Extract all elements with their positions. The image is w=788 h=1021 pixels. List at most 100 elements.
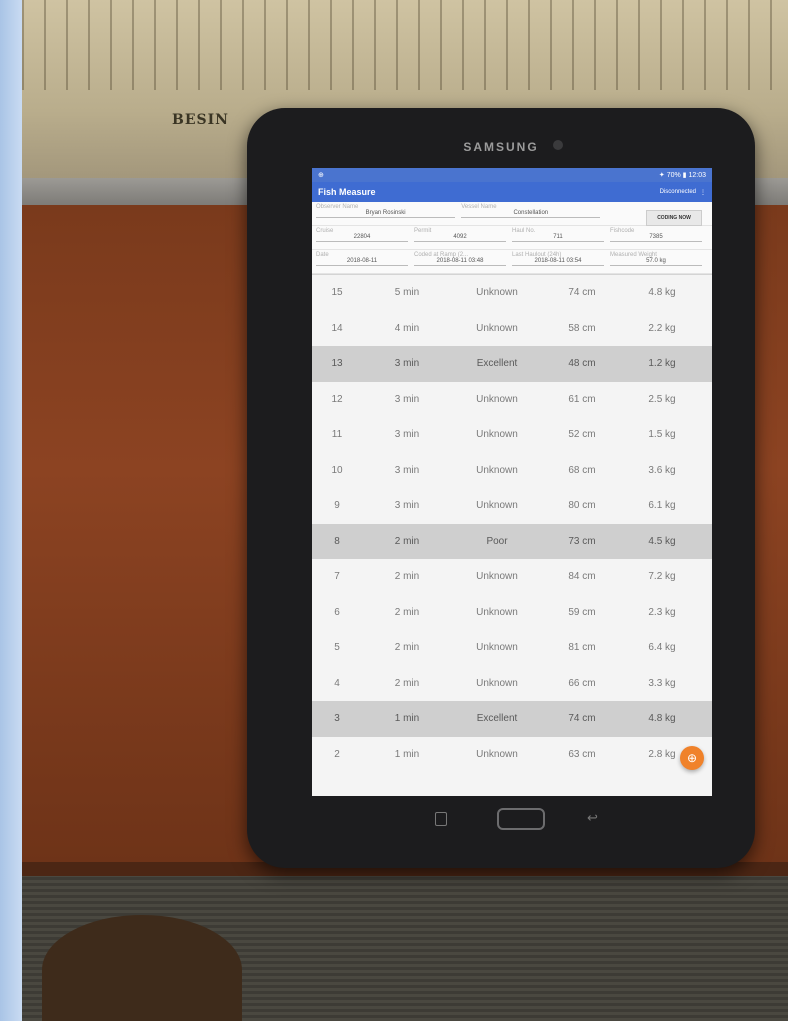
quality-cell: Unknown — [476, 642, 518, 654]
table-row[interactable]: 3 1 min Excellent 74 cm 4.8 kg — [312, 701, 712, 737]
status-bar: ⊕ ✦ 70% ▮ 12:03 — [312, 168, 712, 182]
weight-cell: 4.5 kg — [648, 535, 676, 547]
weight-cell: 3.6 kg — [648, 464, 676, 476]
fish-number-cell: 7 — [334, 571, 340, 583]
length-cell: 58 cm — [568, 322, 596, 334]
elapsed-time-cell: 3 min — [394, 500, 420, 512]
tablet-device: SAMSUNG ⊕ ✦ 70% ▮ 12:03 Fish Measure Dis… — [247, 108, 755, 868]
length-cell: 63 cm — [568, 748, 596, 760]
info-row-date: Date 2018-08-11 Coded at Ramp (2... 2018… — [312, 250, 712, 274]
table-row[interactable]: 15 5 min Unknown 74 cm 4.8 kg — [312, 275, 712, 311]
quality-cell: Excellent — [476, 713, 518, 725]
elapsed-time-cell: 3 min — [394, 358, 420, 370]
weight-cell: 7.2 kg — [648, 571, 676, 583]
elapsed-time-cell: 1 min — [394, 713, 420, 725]
back-icon[interactable]: ↩ — [587, 810, 598, 826]
table-row[interactable]: 21 min Unknown 63 cm 2.8 kg — [312, 737, 712, 773]
quality-cell: Unknown — [476, 322, 518, 334]
fish-number-cell: 13 — [331, 358, 343, 370]
observer-name-field[interactable]: Observer Name Bryan Rosinski — [316, 204, 461, 225]
date-value: 2018-08-11 — [316, 258, 408, 266]
elapsed-time-cell: 4 min — [394, 322, 420, 334]
length-cell: 68 cm — [568, 464, 596, 476]
info-row-observer: Observer Name Bryan Rosinski Vessel Name… — [312, 202, 712, 226]
last-haulout-field[interactable]: Last Haulout (24h) 2018-08-11 03:54 — [512, 252, 610, 273]
app-bar: Fish Measure Disconnected ⋮ — [312, 182, 712, 202]
quality-cell: Unknown — [476, 677, 518, 689]
elapsed-time-cell: 2 min — [394, 571, 420, 583]
weight-cell: 3.3 kg — [648, 677, 676, 689]
observer-name-value: Bryan Rosinski — [316, 210, 456, 218]
weight-cell: 6.1 kg — [648, 500, 676, 512]
fish-number-cell: 14 — [331, 322, 343, 334]
table-row[interactable]: 5 2 min Unknown 81 cm 6.4 kg — [312, 630, 712, 666]
length-cell: 74 cm — [568, 713, 596, 725]
camera-icon — [553, 140, 563, 150]
elapsed-time-cell: 3 min — [394, 464, 420, 476]
elapsed-time-cell: 3 min — [394, 429, 420, 441]
home-button[interactable] — [497, 808, 545, 830]
brand-label: SAMSUNG — [463, 140, 539, 154]
fish-number-cell: 3 — [334, 713, 340, 725]
weight-cell: 2.5 kg — [648, 393, 676, 405]
coded-at-ramp-field[interactable]: Coded at Ramp (2... 2018-08-11 03:48 — [414, 252, 512, 273]
table-row[interactable]: 9 3 min Unknown 80 cm 6.1 kg — [312, 488, 712, 524]
vessel-name-field[interactable]: Vessel Name Constellation — [461, 204, 606, 225]
table-row[interactable]: 12 3 min Unknown 61 cm 2.5 kg — [312, 382, 712, 418]
weight-cell: 2.3 kg — [648, 606, 676, 618]
table-row[interactable]: 13 3 min Excellent 48 cm 1.2 kg — [312, 346, 712, 382]
table-row[interactable]: 6 2 min Unknown 59 cm 2.3 kg — [312, 595, 712, 631]
board-logo: BESIN — [172, 112, 229, 128]
elapsed-time-cell: 1 min — [394, 748, 420, 760]
status-left: ⊕ — [318, 172, 324, 179]
permit-value: 4092 — [414, 234, 506, 242]
haul-no-value: 711 — [512, 234, 604, 242]
fish-number-cell: 15 — [331, 287, 343, 299]
table-row[interactable]: 14 4 min Unknown 58 cm 2.2 kg — [312, 311, 712, 347]
permit-field[interactable]: Permit 4092 — [414, 228, 512, 249]
status-right: ✦ 70% ▮ 12:03 — [658, 172, 706, 179]
trip-info-panel: Observer Name Bryan Rosinski Vessel Name… — [312, 202, 712, 275]
fish-number-cell: 4 — [334, 677, 340, 689]
elapsed-time-cell: 2 min — [394, 677, 420, 689]
elapsed-time-cell: 5 min — [394, 287, 420, 299]
elapsed-time-cell: 2 min — [394, 535, 420, 547]
fishcode-value: 7385 — [610, 234, 702, 242]
quality-cell: Unknown — [476, 571, 518, 583]
weight-cell: 6.4 kg — [648, 642, 676, 654]
add-icon[interactable]: ⊕ — [680, 746, 704, 770]
coding-button-slot: CODING NOW — [606, 204, 708, 226]
fish-number-cell: 8 — [334, 535, 340, 547]
quality-cell: Unknown — [476, 464, 518, 476]
elapsed-time-cell: 3 min — [394, 393, 420, 405]
recent-apps-icon[interactable] — [435, 812, 447, 826]
cruise-field[interactable]: Cruise 22804 — [316, 228, 414, 249]
table-row[interactable]: 8 2 min Poor 73 cm 4.5 kg — [312, 523, 712, 559]
fish-number-cell: 5 — [334, 642, 340, 654]
date-field[interactable]: Date 2018-08-11 — [316, 252, 414, 273]
quality-cell: Excellent — [476, 358, 518, 370]
table-row[interactable]: 10 3 min Unknown 68 cm 3.6 kg — [312, 453, 712, 489]
coding-now-button[interactable]: CODING NOW — [646, 210, 702, 226]
last-haulout-value: 2018-08-11 03:54 — [512, 258, 604, 266]
length-cell: 80 cm — [568, 500, 596, 512]
quality-cell: Unknown — [476, 606, 518, 618]
fish-number-cell: 9 — [334, 500, 340, 512]
fish-number-cell: 2 — [334, 748, 340, 760]
table-row[interactable]: 7 2 min Unknown 84 cm 7.2 kg — [312, 559, 712, 595]
tablet-screen: ⊕ ✦ 70% ▮ 12:03 Fish Measure Disconnecte… — [312, 168, 712, 796]
table-row[interactable]: 4 2 min Unknown 66 cm 3.3 kg — [312, 666, 712, 702]
overflow-menu-icon[interactable]: ⋮ — [700, 189, 706, 196]
length-cell: 73 cm — [568, 535, 596, 547]
connection-button[interactable]: Disconnected — [660, 189, 696, 195]
fish-number-cell: 12 — [331, 393, 343, 405]
fishcode-field[interactable]: Fishcode 7385 — [610, 228, 708, 249]
length-cell: 52 cm — [568, 429, 596, 441]
measured-weight-field[interactable]: Measured Weight 57.0 kg — [610, 252, 708, 273]
table-row[interactable]: 11 3 min Unknown 52 cm 1.5 kg — [312, 417, 712, 453]
haul-no-field[interactable]: Haul No. 711 — [512, 228, 610, 249]
quality-cell: Unknown — [476, 500, 518, 512]
vessel-name-value: Constellation — [461, 210, 601, 218]
weight-cell: 1.5 kg — [648, 429, 676, 441]
info-row-cruise: Cruise 22804 Permit 4092 Haul No. 711 Fi… — [312, 226, 712, 250]
